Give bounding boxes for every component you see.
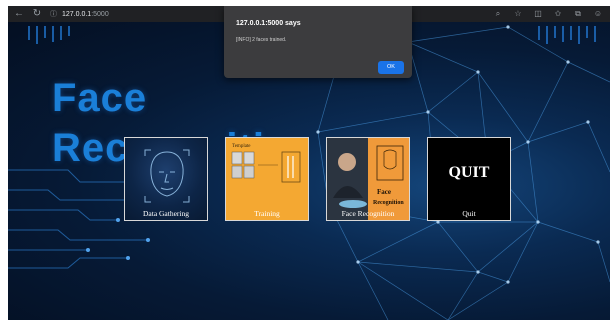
star-icon[interactable]: ☆ (512, 7, 524, 21)
face-recognition-card[interactable]: Face Recognition Face Recognition (326, 137, 410, 221)
profile-icon[interactable]: ☺ (592, 7, 604, 21)
quit-card[interactable]: QUIT Quit (427, 137, 511, 221)
quit-heading: QUIT (448, 164, 490, 181)
page-title-line2-start: Rec (52, 126, 129, 170)
site-info-icon[interactable]: ⓘ (50, 9, 57, 19)
back-icon[interactable]: ← (12, 7, 26, 21)
svg-text:Recognition: Recognition (373, 200, 404, 206)
url-port: :5000 (91, 10, 109, 18)
reload-icon[interactable]: ↻ (30, 7, 44, 21)
url-host: 127.0.0.1 (62, 10, 92, 18)
toolbar-actions: ⌕ ☆ ◫ ✩ ⧉ ☺ (484, 7, 604, 21)
data-gathering-label: Data Gathering (142, 209, 190, 218)
alert-dialog: 127.0.0.1:5000 says [INFO] 2 faces train… (224, 6, 412, 78)
browser-window: ← ↻ ⓘ 127.0.0.1:5000 ⌕ ☆ ◫ ✩ ⧉ ☺ Face R… (8, 6, 610, 320)
dialog-message: [INFO] 2 faces trained. (236, 37, 287, 43)
search-icon[interactable]: ⌕ (492, 7, 504, 21)
screenshot-frame: ← ↻ ⓘ 127.0.0.1:5000 ⌕ ☆ ◫ ✩ ⧉ ☺ Face R… (0, 0, 616, 327)
page-title-line1: Face (52, 76, 148, 120)
face-recognition-label: Face Recognition (341, 209, 395, 218)
favorites-icon[interactable]: ✩ (552, 7, 564, 21)
training-card[interactable]: Template Training (225, 137, 309, 221)
training-label: Training (254, 209, 280, 218)
quit-label: Quit (462, 209, 476, 218)
collections-icon[interactable]: ⧉ (572, 7, 584, 21)
address-bar[interactable]: ⓘ 127.0.0.1:5000 (50, 9, 109, 19)
ok-button[interactable]: OK (378, 61, 404, 74)
data-gathering-card[interactable]: Data Gathering (124, 137, 208, 221)
dialog-title: 127.0.0.1:5000 says (236, 20, 301, 27)
svg-text:Face: Face (377, 188, 391, 196)
split-view-icon[interactable]: ◫ (532, 7, 544, 21)
